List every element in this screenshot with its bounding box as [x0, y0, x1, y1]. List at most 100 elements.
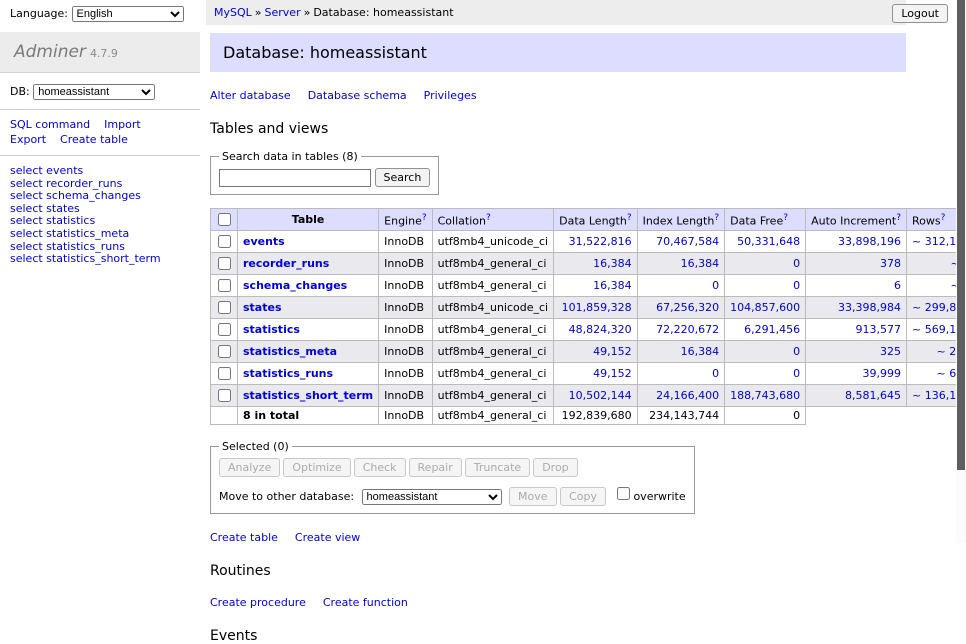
- help-icon[interactable]: ?: [783, 213, 788, 223]
- language-select[interactable]: English: [72, 6, 184, 22]
- column-header-table: Table: [238, 209, 379, 231]
- check-button[interactable]: Check: [354, 458, 406, 477]
- db-link-alter-database[interactable]: Alter database: [210, 89, 291, 102]
- help-icon[interactable]: ?: [486, 213, 491, 223]
- table-total-row: 8 in totalInnoDButf8mb4_general_ci192,83…: [211, 407, 966, 425]
- sidebar-action-sql-command[interactable]: SQL command: [10, 117, 90, 132]
- sidebar-action-export[interactable]: Export: [10, 132, 46, 147]
- row-checkbox-statistics_meta[interactable]: [218, 345, 231, 358]
- db-select[interactable]: homeassistant: [33, 84, 155, 100]
- engine-cell: InnoDB: [379, 341, 432, 363]
- engine-cell: InnoDB: [379, 385, 432, 407]
- move-row: Move to other database: homeassistant Mo…: [219, 484, 686, 506]
- row-checkbox-schema_changes[interactable]: [218, 279, 231, 292]
- create-link-create-view[interactable]: Create view: [295, 531, 360, 544]
- auto-increment-cell: 378: [806, 253, 907, 275]
- tables-overview-table: TableEngine?Collation?Data Length?Index …: [210, 208, 966, 425]
- auto-increment-cell: 39,999: [806, 363, 907, 385]
- column-header-auto-increment: Auto Increment?: [806, 209, 907, 231]
- sidebar-select-statistics-meta[interactable]: select statistics_meta: [10, 228, 190, 241]
- repair-button[interactable]: Repair: [409, 458, 462, 477]
- engine-cell: InnoDB: [379, 297, 432, 319]
- table-link-schema_changes[interactable]: schema_changes: [243, 279, 347, 292]
- breadcrumb: MySQL»Server»Database: homeassistant: [206, 0, 906, 25]
- optimize-button[interactable]: Optimize: [283, 458, 350, 477]
- db-link-privileges[interactable]: Privileges: [424, 89, 477, 102]
- row-checkbox-statistics_runs[interactable]: [218, 367, 231, 380]
- table-link-statistics[interactable]: statistics: [243, 323, 300, 336]
- data-length-cell: 16,384: [554, 253, 637, 275]
- routine-link-create-procedure[interactable]: Create procedure: [210, 596, 306, 609]
- column-header-collation: Collation?: [432, 209, 553, 231]
- routine-link-create-function[interactable]: Create function: [323, 596, 408, 609]
- data-length-cell: 49,152: [554, 363, 637, 385]
- column-header-data-length: Data Length?: [554, 209, 637, 231]
- sidebar-action-create-table[interactable]: Create table: [60, 132, 128, 147]
- overwrite-option[interactable]: overwrite: [613, 490, 685, 503]
- data-free-cell: 0: [725, 275, 806, 297]
- collation-cell: utf8mb4_general_ci: [432, 341, 553, 363]
- table-link-statistics_meta[interactable]: statistics_meta: [243, 345, 337, 358]
- table-row: statistics_runsInnoDButf8mb4_general_ci4…: [211, 363, 966, 385]
- sidebar-select-events[interactable]: select events: [10, 165, 190, 178]
- truncate-button[interactable]: Truncate: [465, 458, 530, 477]
- auto-increment-cell: 6: [806, 275, 907, 297]
- row-checkbox-recorder_runs[interactable]: [218, 257, 231, 270]
- data-free-cell: 188,743,680: [725, 385, 806, 407]
- auto-increment-cell: 33,898,196: [806, 231, 907, 253]
- logout-button[interactable]: Logout: [892, 4, 948, 23]
- sidebar-select-schema-changes[interactable]: select schema_changes: [10, 190, 190, 203]
- table-link-statistics_runs[interactable]: statistics_runs: [243, 367, 333, 380]
- data-free-cell: 50,331,648: [725, 231, 806, 253]
- table-link-events[interactable]: events: [243, 235, 285, 248]
- total-label: 8 in total: [238, 407, 379, 425]
- create-link-create-table[interactable]: Create table: [210, 531, 278, 544]
- row-checkbox-statistics_short_term[interactable]: [218, 389, 231, 402]
- column-header-engine: Engine?: [379, 209, 432, 231]
- move-button[interactable]: Move: [509, 487, 557, 506]
- auto-increment-cell: 913,577: [806, 319, 907, 341]
- row-checkbox-events[interactable]: [218, 235, 231, 248]
- table-link-statistics_short_term[interactable]: statistics_short_term: [243, 389, 373, 402]
- table-header-row: TableEngine?Collation?Data Length?Index …: [211, 209, 966, 231]
- scrollbar-thumb[interactable]: [957, 0, 965, 470]
- help-icon[interactable]: ?: [714, 213, 719, 223]
- breadcrumb-server-link[interactable]: Server: [265, 6, 301, 19]
- help-icon[interactable]: ?: [896, 213, 901, 223]
- move-db-select[interactable]: homeassistant: [362, 489, 502, 505]
- db-link-database-schema[interactable]: Database schema: [308, 89, 407, 102]
- vertical-scrollbar: [956, 0, 966, 543]
- row-checkbox-statistics[interactable]: [218, 323, 231, 336]
- engine-cell: InnoDB: [379, 275, 432, 297]
- copy-button[interactable]: Copy: [560, 487, 606, 506]
- table-row: statistics_short_termInnoDButf8mb4_gener…: [211, 385, 966, 407]
- tables-section-title: Tables and views: [210, 121, 906, 137]
- row-checkbox-states[interactable]: [218, 301, 231, 314]
- sidebar-select-statistics-short-term[interactable]: select statistics_short_term: [10, 253, 190, 266]
- total-index-length: 234,143,744: [637, 407, 725, 425]
- collation-cell: utf8mb4_unicode_ci: [432, 231, 553, 253]
- table-link-states[interactable]: states: [243, 301, 282, 314]
- sidebar-action-import[interactable]: Import: [104, 117, 141, 132]
- selected-fieldset: Selected (0) AnalyzeOptimizeCheckRepairT…: [210, 440, 695, 514]
- drop-button[interactable]: Drop: [533, 458, 577, 477]
- select-all-checkbox[interactable]: [218, 213, 231, 226]
- data-free-cell: 0: [725, 341, 806, 363]
- data-length-cell: 16,384: [554, 275, 637, 297]
- table-link-recorder_runs[interactable]: recorder_runs: [243, 257, 329, 270]
- help-icon[interactable]: ?: [422, 213, 427, 223]
- search-button[interactable]: Search: [375, 168, 431, 187]
- engine-cell: InnoDB: [379, 253, 432, 275]
- search-input[interactable]: [219, 169, 371, 187]
- main-content: MySQL»Server»Database: homeassistant Dat…: [206, 0, 906, 644]
- overwrite-checkbox[interactable]: [617, 487, 630, 500]
- index-length-cell: 16,384: [637, 253, 725, 275]
- db-label: DB:: [10, 85, 30, 98]
- help-icon[interactable]: ?: [941, 213, 946, 223]
- create-links: Create table Create view: [210, 531, 902, 544]
- index-length-cell: 0: [637, 275, 725, 297]
- breadcrumb-mysql-link[interactable]: MySQL: [214, 6, 252, 19]
- analyze-button[interactable]: Analyze: [219, 458, 280, 477]
- collation-cell: utf8mb4_general_ci: [432, 253, 553, 275]
- help-icon[interactable]: ?: [627, 213, 632, 223]
